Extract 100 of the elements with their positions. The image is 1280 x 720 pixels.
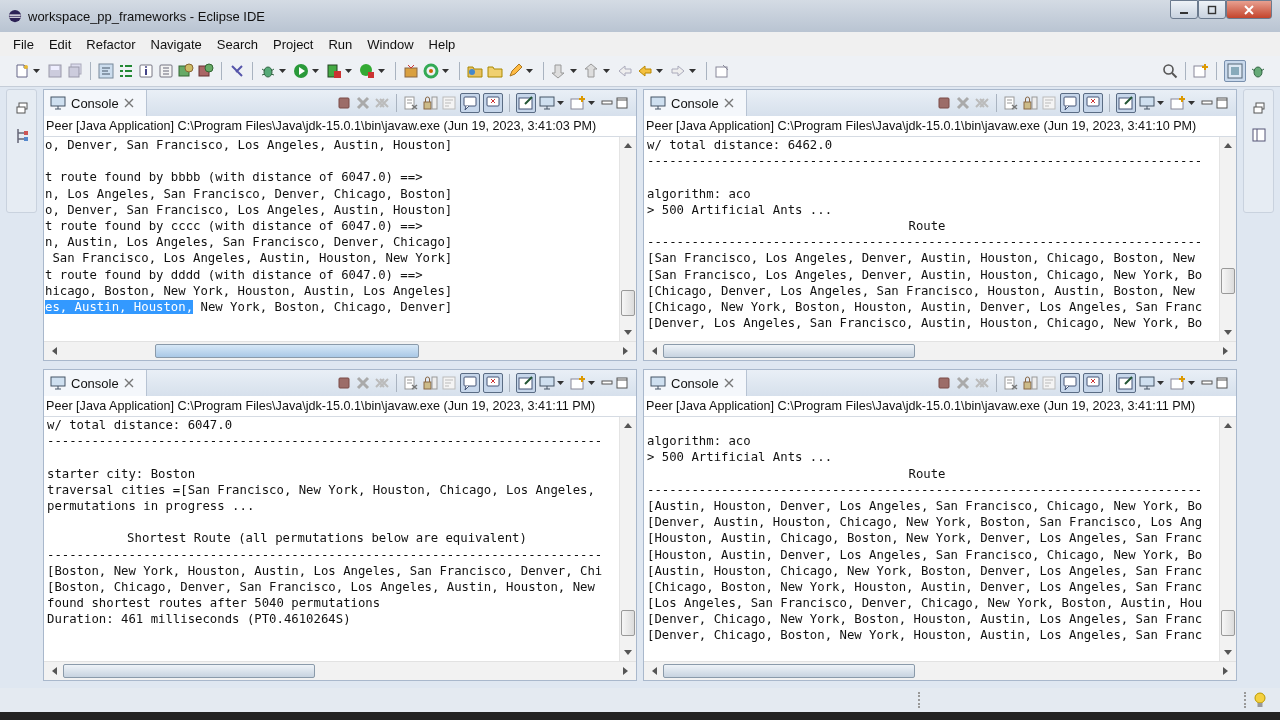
caret-icon[interactable]: [588, 381, 595, 385]
caret-icon[interactable]: [557, 381, 564, 385]
pin-console-toggle[interactable]: [1116, 373, 1136, 393]
scroll-right-arrow-icon[interactable]: [1223, 347, 1228, 355]
restore-icon[interactable]: [15, 102, 28, 114]
show-stderr-toggle[interactable]: [1083, 373, 1103, 393]
outline-icon[interactable]: [118, 63, 134, 79]
scroll-thumb[interactable]: [663, 344, 915, 358]
info-icon[interactable]: [138, 63, 154, 79]
terminate-icon[interactable]: [936, 375, 952, 391]
open-folder-icon[interactable]: [487, 63, 503, 79]
caret-icon[interactable]: [279, 69, 286, 73]
tab-label[interactable]: Console: [71, 95, 119, 111]
scroll-lock-icon[interactable]: [422, 375, 438, 391]
console-tab[interactable]: Console: [44, 370, 147, 396]
scroll-thumb[interactable]: [1221, 610, 1235, 636]
caret-icon[interactable]: [1188, 101, 1195, 105]
debug-perspective-icon[interactable]: [1250, 63, 1266, 79]
horizontal-scrollbar[interactable]: [644, 661, 1236, 680]
clear-console-icon[interactable]: [1003, 95, 1019, 111]
external-tool-icon[interactable]: [359, 63, 375, 79]
scroll-thumb[interactable]: [621, 290, 635, 316]
restore-icon[interactable]: [1252, 102, 1265, 114]
outline-view-icon[interactable]: [1251, 128, 1266, 142]
show-stderr-toggle[interactable]: [483, 373, 503, 393]
scroll-up-arrow-icon[interactable]: [624, 143, 632, 148]
search-icon[interactable]: [1162, 63, 1178, 79]
show-stdout-toggle[interactable]: [1060, 93, 1080, 113]
scroll-left-arrow-icon[interactable]: [652, 347, 657, 355]
maximize-view-icon[interactable]: [1216, 377, 1228, 389]
terminate-icon[interactable]: [336, 375, 352, 391]
caret-icon[interactable]: [1157, 381, 1164, 385]
scroll-up-arrow-icon[interactable]: [624, 423, 632, 428]
java-perspective-button[interactable]: [1224, 60, 1246, 82]
close-icon[interactable]: [123, 98, 134, 108]
scroll-right-arrow-icon[interactable]: [1223, 667, 1228, 675]
vertical-scrollbar[interactable]: [1219, 417, 1236, 661]
hierarchy-icon[interactable]: [14, 128, 29, 144]
show-stdout-toggle[interactable]: [1060, 373, 1080, 393]
console-tab[interactable]: Console: [644, 90, 747, 116]
folder-icon[interactable]: [467, 63, 483, 79]
scroll-up-arrow-icon[interactable]: [1224, 143, 1232, 148]
minimize-button[interactable]: [1170, 0, 1198, 19]
maximize-button[interactable]: [1198, 0, 1226, 19]
coverage-icon[interactable]: [326, 63, 342, 79]
console-tab[interactable]: Console: [44, 90, 147, 116]
menu-item[interactable]: Run: [328, 36, 353, 52]
menu-item[interactable]: Project: [273, 36, 314, 52]
caret-icon[interactable]: [312, 69, 319, 73]
menu-item[interactable]: Window: [367, 36, 414, 52]
horizontal-scrollbar[interactable]: [44, 341, 636, 360]
open-type-icon[interactable]: [178, 63, 194, 79]
scroll-thumb[interactable]: [155, 344, 419, 358]
show-stdout-toggle[interactable]: [460, 373, 480, 393]
maximize-view-icon[interactable]: [1216, 97, 1228, 109]
maximize-view-icon[interactable]: [616, 377, 628, 389]
caret-icon[interactable]: [588, 101, 595, 105]
scroll-left-arrow-icon[interactable]: [652, 667, 657, 675]
scroll-thumb[interactable]: [1221, 268, 1235, 294]
caret-icon[interactable]: [345, 69, 352, 73]
scroll-left-arrow-icon[interactable]: [52, 347, 57, 355]
show-stderr-toggle[interactable]: [483, 93, 503, 113]
tab-label[interactable]: Console: [671, 375, 719, 391]
menu-item[interactable]: Refactor: [86, 36, 136, 52]
pin-console-toggle[interactable]: [1116, 93, 1136, 113]
bug-icon[interactable]: [260, 63, 276, 79]
display-console-icon[interactable]: [1139, 95, 1155, 111]
caret-icon[interactable]: [33, 69, 40, 73]
scroll-thumb[interactable]: [663, 664, 915, 678]
display-console-icon[interactable]: [1139, 375, 1155, 391]
caret-icon[interactable]: [656, 69, 663, 73]
pin-editor-icon[interactable]: [714, 63, 730, 79]
menu-item[interactable]: File: [13, 36, 34, 52]
run-icon[interactable]: [293, 63, 309, 79]
caret-icon[interactable]: [526, 69, 533, 73]
scroll-thumb[interactable]: [621, 610, 635, 636]
scroll-lock-icon[interactable]: [422, 95, 438, 111]
lightbulb-icon[interactable]: [1254, 692, 1266, 708]
open-task-icon[interactable]: [198, 63, 214, 79]
vertical-scrollbar[interactable]: [619, 137, 636, 341]
vertical-scrollbar[interactable]: [619, 417, 636, 661]
scroll-down-arrow-icon[interactable]: [624, 650, 632, 655]
scroll-thumb[interactable]: [63, 664, 315, 678]
terminate-icon[interactable]: [336, 95, 352, 111]
scroll-up-arrow-icon[interactable]: [1224, 423, 1232, 428]
horizontal-scrollbar[interactable]: [644, 341, 1236, 360]
caret-icon[interactable]: [378, 69, 385, 73]
pin-console-toggle[interactable]: [516, 93, 536, 113]
scroll-right-arrow-icon[interactable]: [623, 667, 628, 675]
close-button[interactable]: [1226, 0, 1272, 19]
menu-item[interactable]: Help: [428, 36, 456, 52]
scroll-lock-icon[interactable]: [1022, 95, 1038, 111]
scroll-down-arrow-icon[interactable]: [1224, 330, 1232, 335]
menu-item[interactable]: Navigate: [150, 36, 202, 52]
caret-icon[interactable]: [1157, 101, 1164, 105]
package-icon[interactable]: [403, 63, 419, 79]
console-tab[interactable]: Console: [644, 370, 747, 396]
caret-icon[interactable]: [570, 69, 577, 73]
close-icon[interactable]: [723, 378, 734, 388]
show-stdout-toggle[interactable]: [460, 93, 480, 113]
